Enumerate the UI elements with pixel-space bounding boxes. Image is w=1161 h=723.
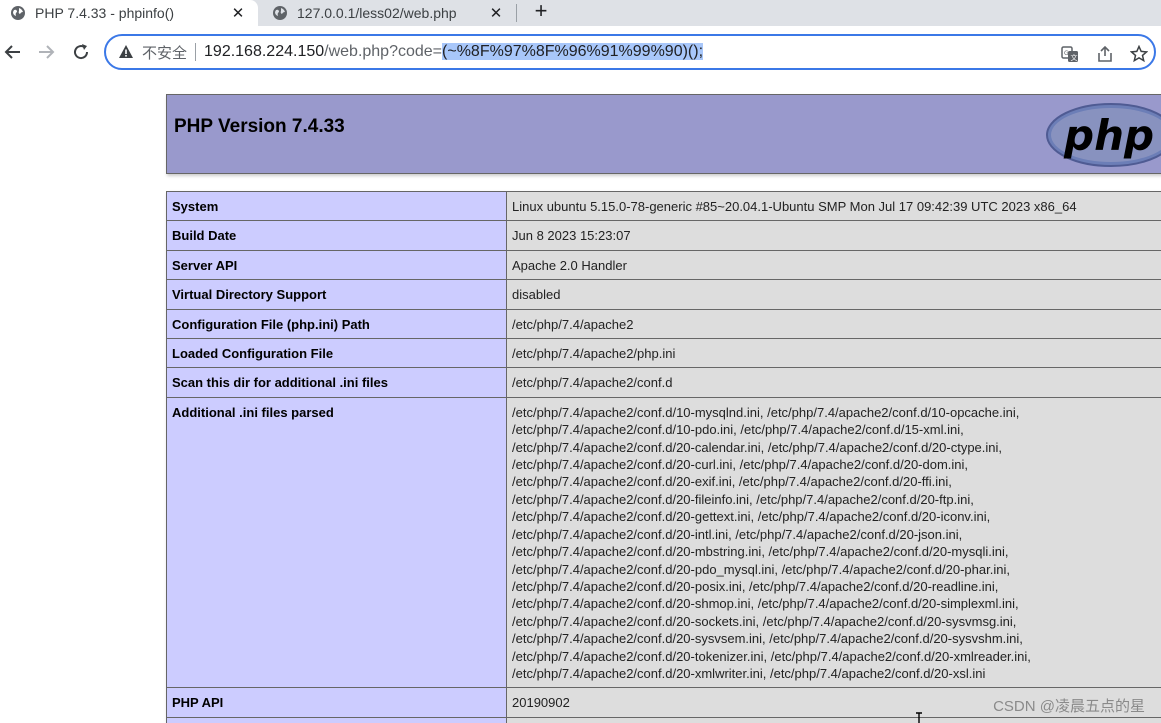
- share-icon[interactable]: [1096, 45, 1114, 63]
- row-value-line: /etc/php/7.4/apache2/conf.d/20-pdo_mysql…: [512, 561, 1010, 577]
- row-value-line: /etc/php/7.4/apache2/conf.d/20-mbstring.…: [512, 544, 1009, 560]
- table-row: Virtual Directory Support disabled: [166, 279, 1161, 310]
- row-value-line: Jun 8 2023 15:23:07: [512, 228, 631, 244]
- url-text[interactable]: 192.168.224.150/web.php?code=(~%8F%97%8F…: [204, 43, 704, 61]
- row-key: System: [166, 190, 507, 222]
- row-value: Apache 2.0 Handler: [506, 249, 1161, 281]
- row-value-line: /etc/php/7.4/apache2/conf.d/20-intl.ini,…: [512, 526, 963, 542]
- address-divider: [195, 43, 197, 61]
- page-content: PHP Version 7.4.33 php System Linux ubunt…: [0, 78, 1161, 723]
- php-logo[interactable]: php: [1045, 102, 1161, 168]
- tab-title: PHP 7.4.33 - phpinfo(): [35, 5, 175, 21]
- row-value-line: /etc/php/7.4/apache2/conf.d/20-fileinfo.…: [512, 491, 974, 507]
- new-tab-button[interactable]: +: [530, 0, 552, 24]
- row-key: Additional .ini files parsed: [166, 396, 507, 689]
- reload-icon[interactable]: [69, 40, 93, 64]
- url-selected-query: (~%8F%97%8F%96%91%99%90)();: [442, 43, 704, 60]
- url-host: 192.168.224.150: [204, 43, 325, 60]
- row-value-line: disabled: [512, 287, 561, 303]
- table-row: Build Date Jun 8 2023 15:23:07: [166, 220, 1161, 251]
- row-value-line: /etc/php/7.4/apache2/conf.d/10-pdo.ini, …: [512, 422, 964, 438]
- row-value: /etc/php/7.4/apache2: [506, 308, 1161, 340]
- row-value-line: /etc/php/7.4/apache2/conf.d/20-calendar.…: [512, 439, 1003, 455]
- php-logo-text: php: [1063, 111, 1154, 160]
- row-key: Scan this dir for additional .ini files: [166, 367, 507, 398]
- translate-icon[interactable]: 文G: [1061, 45, 1079, 63]
- row-key: PHP Extension: [166, 716, 507, 723]
- row-value: /etc/php/7.4/apache2/conf.d/10-mysqlnd.i…: [506, 396, 1161, 689]
- back-arrow-icon[interactable]: [1, 40, 25, 64]
- table-row: Additional .ini files parsed/etc/php/7.4…: [166, 396, 1161, 689]
- table-row: Server API Apache 2.0 Handler: [166, 249, 1161, 281]
- tab-strip: PHP 7.4.33 - phpinfo() ✕ 127.0.0.1/less0…: [0, 0, 1161, 26]
- row-key: Server API: [166, 249, 507, 281]
- table-row: Loaded Configuration File/etc/php/7.4/ap…: [166, 338, 1161, 369]
- row-value-line: /etc/php/7.4/apache2/php.ini: [512, 346, 676, 362]
- url-path: /web.php?code=: [324, 43, 443, 60]
- row-key: Loaded Configuration File: [166, 338, 507, 369]
- tab-phpinfo[interactable]: PHP 7.4.33 - phpinfo() ✕: [0, 0, 258, 26]
- phpinfo-table: System Linux ubuntu 5.15.0-78-generic #85…: [166, 190, 1161, 723]
- row-value-line: /etc/php/7.4/apache2/conf.d/20-shmop.ini…: [512, 596, 1019, 612]
- page-title: PHP Version 7.4.33: [174, 116, 345, 137]
- tab-web-php[interactable]: 127.0.0.1/less02/web.php ✕: [262, 0, 516, 26]
- row-value-line: /etc/php/7.4/apache2/conf.d/20-posix.ini…: [512, 578, 999, 594]
- tab-divider: [516, 4, 517, 22]
- row-value-line: /etc/php/7.4/apache2: [512, 316, 634, 332]
- row-value-line: /etc/php/7.4/apache2/conf.d/20-sysvsem.i…: [512, 631, 1023, 647]
- row-key: Build Date: [166, 220, 507, 251]
- tab-close-icon[interactable]: ✕: [230, 4, 246, 22]
- text-cursor-icon: [914, 712, 924, 723]
- svg-text:G: G: [1064, 50, 1069, 57]
- svg-text:文: 文: [1071, 53, 1078, 62]
- row-value-line: /etc/php/7.4/apache2/conf.d/10-mysqlnd.i…: [512, 404, 1020, 420]
- table-row: Scan this dir for additional .ini files /…: [166, 367, 1161, 398]
- browser-toolbar: 不安全 192.168.224.150/web.php?code=(~%8F%9…: [0, 26, 1161, 78]
- row-value: /etc/php/7.4/apache2/conf.d: [506, 367, 1161, 398]
- address-bar[interactable]: 不安全 192.168.224.150/web.php?code=(~%8F%9…: [104, 34, 1156, 70]
- row-value-line: Linux ubuntu 5.15.0-78-generic #85~20.04…: [512, 199, 1077, 214]
- row-value: Jun 8 2023 15:23:07: [506, 220, 1161, 251]
- tab-title: 127.0.0.1/less02/web.php: [297, 5, 457, 21]
- row-value-line: /etc/php/7.4/apache2/conf.d/20-tokenizer…: [512, 648, 1031, 664]
- row-value-line: /etc/php/7.4/apache2/conf.d: [512, 375, 673, 391]
- table-row: System Linux ubuntu 5.15.0-78-generic #85…: [166, 190, 1161, 222]
- table-row: PHP Extension20190902: [166, 716, 1161, 723]
- csdn-watermark: CSDN @凌晨五点的星: [993, 698, 1145, 715]
- tab-close-icon[interactable]: ✕: [488, 4, 504, 22]
- row-value-line: /etc/php/7.4/apache2/conf.d/20-gettext.i…: [512, 509, 991, 525]
- globe-icon: [272, 5, 288, 21]
- php-version-header: PHP Version 7.4.33 php: [166, 94, 1161, 174]
- row-value-line: /etc/php/7.4/apache2/conf.d/20-sockets.i…: [512, 613, 1017, 629]
- row-key: PHP API: [166, 687, 507, 718]
- row-value: disabled: [506, 279, 1161, 310]
- row-value-line: /etc/php/7.4/apache2/conf.d/20-curl.ini,…: [512, 457, 969, 473]
- warning-triangle-icon[interactable]: [118, 44, 134, 60]
- forward-arrow-icon[interactable]: [34, 40, 58, 64]
- table-row: Configuration File (php.ini) Path/etc/ph…: [166, 308, 1161, 340]
- phpinfo-table-body: System Linux ubuntu 5.15.0-78-generic #85…: [166, 190, 1161, 723]
- row-value: /etc/php/7.4/apache2/php.ini: [506, 338, 1161, 369]
- security-label[interactable]: 不安全: [142, 42, 187, 63]
- row-key: Configuration File (php.ini) Path: [166, 308, 507, 340]
- row-value-line: /etc/php/7.4/apache2/conf.d/20-exif.ini,…: [512, 474, 952, 490]
- row-value-line: /etc/php/7.4/apache2/conf.d/20-xmlwriter…: [512, 665, 986, 681]
- row-value: 20190902: [506, 716, 1161, 723]
- row-value-line: Apache 2.0 Handler: [512, 257, 627, 273]
- star-icon[interactable]: [1130, 45, 1148, 63]
- row-key: Virtual Directory Support: [166, 279, 507, 310]
- globe-icon: [10, 5, 26, 21]
- row-value: Linux ubuntu 5.15.0-78-generic #85~20.04…: [506, 190, 1161, 222]
